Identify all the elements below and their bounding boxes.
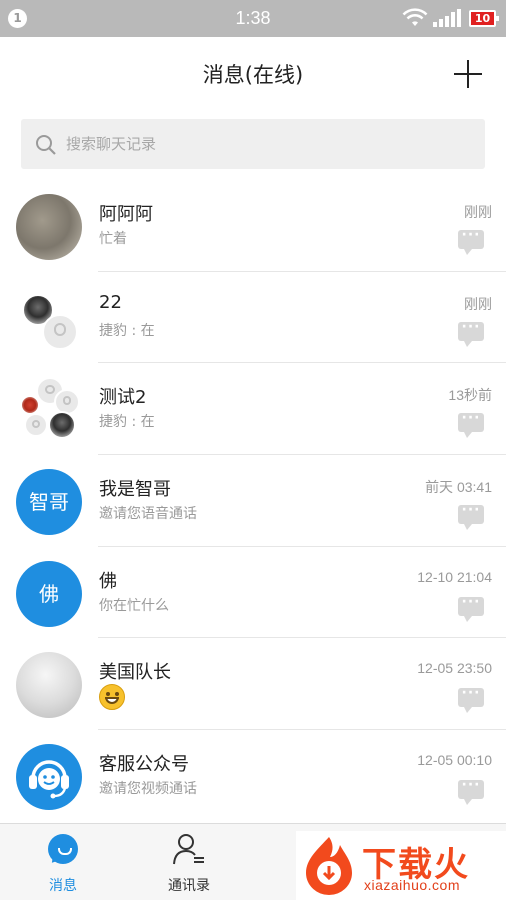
- conversation-time: 刚刚: [464, 204, 492, 220]
- group-avatar: [16, 377, 82, 443]
- message-bubble-icon: [458, 502, 484, 531]
- message-bubble-icon: [458, 410, 484, 439]
- watermark-url: xiazaihuo.com: [364, 877, 460, 893]
- member-avatar: [48, 411, 76, 440]
- tab-label: 消息: [49, 878, 77, 894]
- conversation-name: 我是智哥: [99, 479, 171, 501]
- conversation-preview: 邀请您语音通话: [99, 506, 197, 523]
- conversation-name: 佛: [99, 570, 117, 592]
- search-icon: [36, 135, 56, 155]
- conversation-item[interactable]: 智哥 我是智哥 邀请您语音通话 前天 03:41: [0, 455, 506, 547]
- conversation-name: 22: [99, 291, 122, 313]
- signal-icon: [433, 9, 461, 27]
- conversation-item[interactable]: 测试2 捷豹 : 在 13秒前: [0, 363, 506, 456]
- conversation-time: 刚刚: [464, 295, 492, 312]
- battery-icon: 10: [469, 10, 499, 27]
- conversation-name: 美国队长: [99, 662, 171, 684]
- conversation-name: 客服公众号: [99, 754, 189, 776]
- message-bubble-icon: [458, 227, 484, 255]
- smiley-icon: [99, 684, 125, 711]
- header: 消息(在线): [0, 37, 506, 108]
- group-avatar: [16, 286, 82, 352]
- tab-contacts[interactable]: 通讯录: [126, 824, 252, 900]
- plus-icon[interactable]: [454, 57, 488, 91]
- wifi-icon: [402, 8, 428, 26]
- member-avatar: [20, 395, 40, 416]
- status-time: 1:38: [235, 8, 271, 28]
- conversation-time: 前天 03:41: [425, 479, 492, 496]
- avatar: 佛: [16, 560, 82, 627]
- contacts-icon: [173, 834, 204, 865]
- conversation-item[interactable]: 阿阿阿 忙着 刚刚: [0, 180, 506, 272]
- message-bubble-icon: [458, 685, 484, 714]
- conversation-item[interactable]: 佛 佛 你在忙什么 12-10 21:04: [0, 547, 506, 639]
- search-bar[interactable]: [21, 119, 485, 169]
- search-input[interactable]: [66, 119, 466, 169]
- tab-messages[interactable]: 消息: [0, 824, 126, 900]
- chat-bubble-icon: [48, 834, 78, 864]
- status-bar: 1 1:38 10: [0, 0, 506, 37]
- conversation-time: 12-10 21:04: [417, 568, 492, 585]
- flame-icon: [306, 837, 352, 895]
- headset-icon: [16, 744, 82, 811]
- conversation-name: 测试2: [99, 387, 147, 409]
- conversation-name: 阿阿阿: [99, 204, 153, 225]
- conversation-preview: 忙着: [99, 231, 127, 247]
- conversation-time: 13秒前: [448, 387, 492, 404]
- avatar: [16, 652, 82, 719]
- member-avatar: [24, 413, 48, 438]
- message-bubble-icon: [458, 594, 484, 622]
- conversation-preview: 邀请您视频通话: [99, 781, 197, 798]
- conversation-preview: 你在忙什么: [99, 597, 169, 614]
- page-title: 消息(在线): [202, 63, 304, 87]
- avatar: [16, 194, 82, 260]
- watermark-logo: 下载火 xiazaihuo.com: [296, 831, 506, 900]
- member-avatar: [42, 313, 78, 350]
- message-bubble-icon: [458, 777, 484, 806]
- conversation-time: 12-05 00:10: [417, 752, 492, 769]
- avatar: 智哥: [16, 469, 82, 536]
- conversation-time: 12-05 23:50: [417, 660, 492, 677]
- conversation-item[interactable]: 美国队长 12-05 23:50: [0, 638, 506, 731]
- conversation-list: 阿阿阿 忙着 刚刚 22 捷豹 : 在 刚刚 测试2 捷豹 : 在 13秒前 智…: [0, 180, 506, 822]
- conversation-preview: 捷豹 : 在: [99, 414, 155, 431]
- conversation-preview: 捷豹 : 在: [99, 322, 155, 339]
- conversation-item[interactable]: 客服公众号 邀请您视频通话 12-05 00:10: [0, 730, 506, 822]
- conversation-item[interactable]: 22 捷豹 : 在 刚刚: [0, 272, 506, 364]
- message-bubble-icon: [458, 319, 484, 347]
- tab-label: 通讯录: [168, 878, 210, 894]
